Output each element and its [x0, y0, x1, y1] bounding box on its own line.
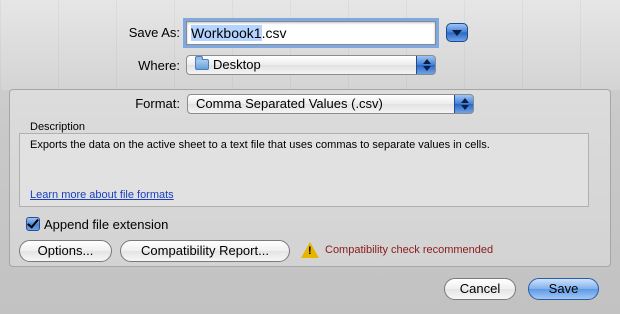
- append-extension-checkbox[interactable]: [26, 217, 40, 231]
- where-label: Where:: [138, 58, 180, 73]
- chevron-down-icon: [452, 29, 462, 36]
- save-as-input[interactable]: Workbook1.csv: [186, 21, 436, 45]
- description-text: Exports the data on the active sheet to …: [30, 139, 490, 151]
- save-button[interactable]: Save: [528, 278, 599, 300]
- format-label: Format:: [135, 96, 180, 111]
- format-popup[interactable]: Comma Separated Values (.csv): [187, 94, 474, 114]
- folder-icon: [195, 56, 209, 70]
- background-sheet: [0, 0, 620, 90]
- where-value: Desktop: [213, 57, 261, 72]
- popup-arrows-icon: [454, 95, 473, 113]
- learn-more-link[interactable]: Learn more about file formats: [30, 189, 174, 201]
- where-popup[interactable]: Desktop: [186, 55, 436, 75]
- save-as-label: Save As:: [128, 25, 180, 40]
- description-label: Description: [30, 121, 86, 133]
- popup-arrows-icon: [416, 56, 435, 74]
- options-button[interactable]: Options...: [19, 240, 112, 262]
- save-as-extension-text: .csv: [261, 25, 287, 41]
- format-value: Comma Separated Values (.csv): [196, 96, 383, 111]
- save-as-selected-text: Workbook1: [191, 25, 262, 41]
- warning-icon: !: [301, 242, 319, 258]
- compatibility-warning-text: Compatibility check recommended: [325, 244, 494, 256]
- expand-browser-button[interactable]: [446, 23, 468, 42]
- cancel-button[interactable]: Cancel: [444, 278, 516, 300]
- compatibility-report-button[interactable]: Compatibility Report...: [120, 240, 290, 262]
- append-extension-label[interactable]: Append file extension: [44, 217, 168, 232]
